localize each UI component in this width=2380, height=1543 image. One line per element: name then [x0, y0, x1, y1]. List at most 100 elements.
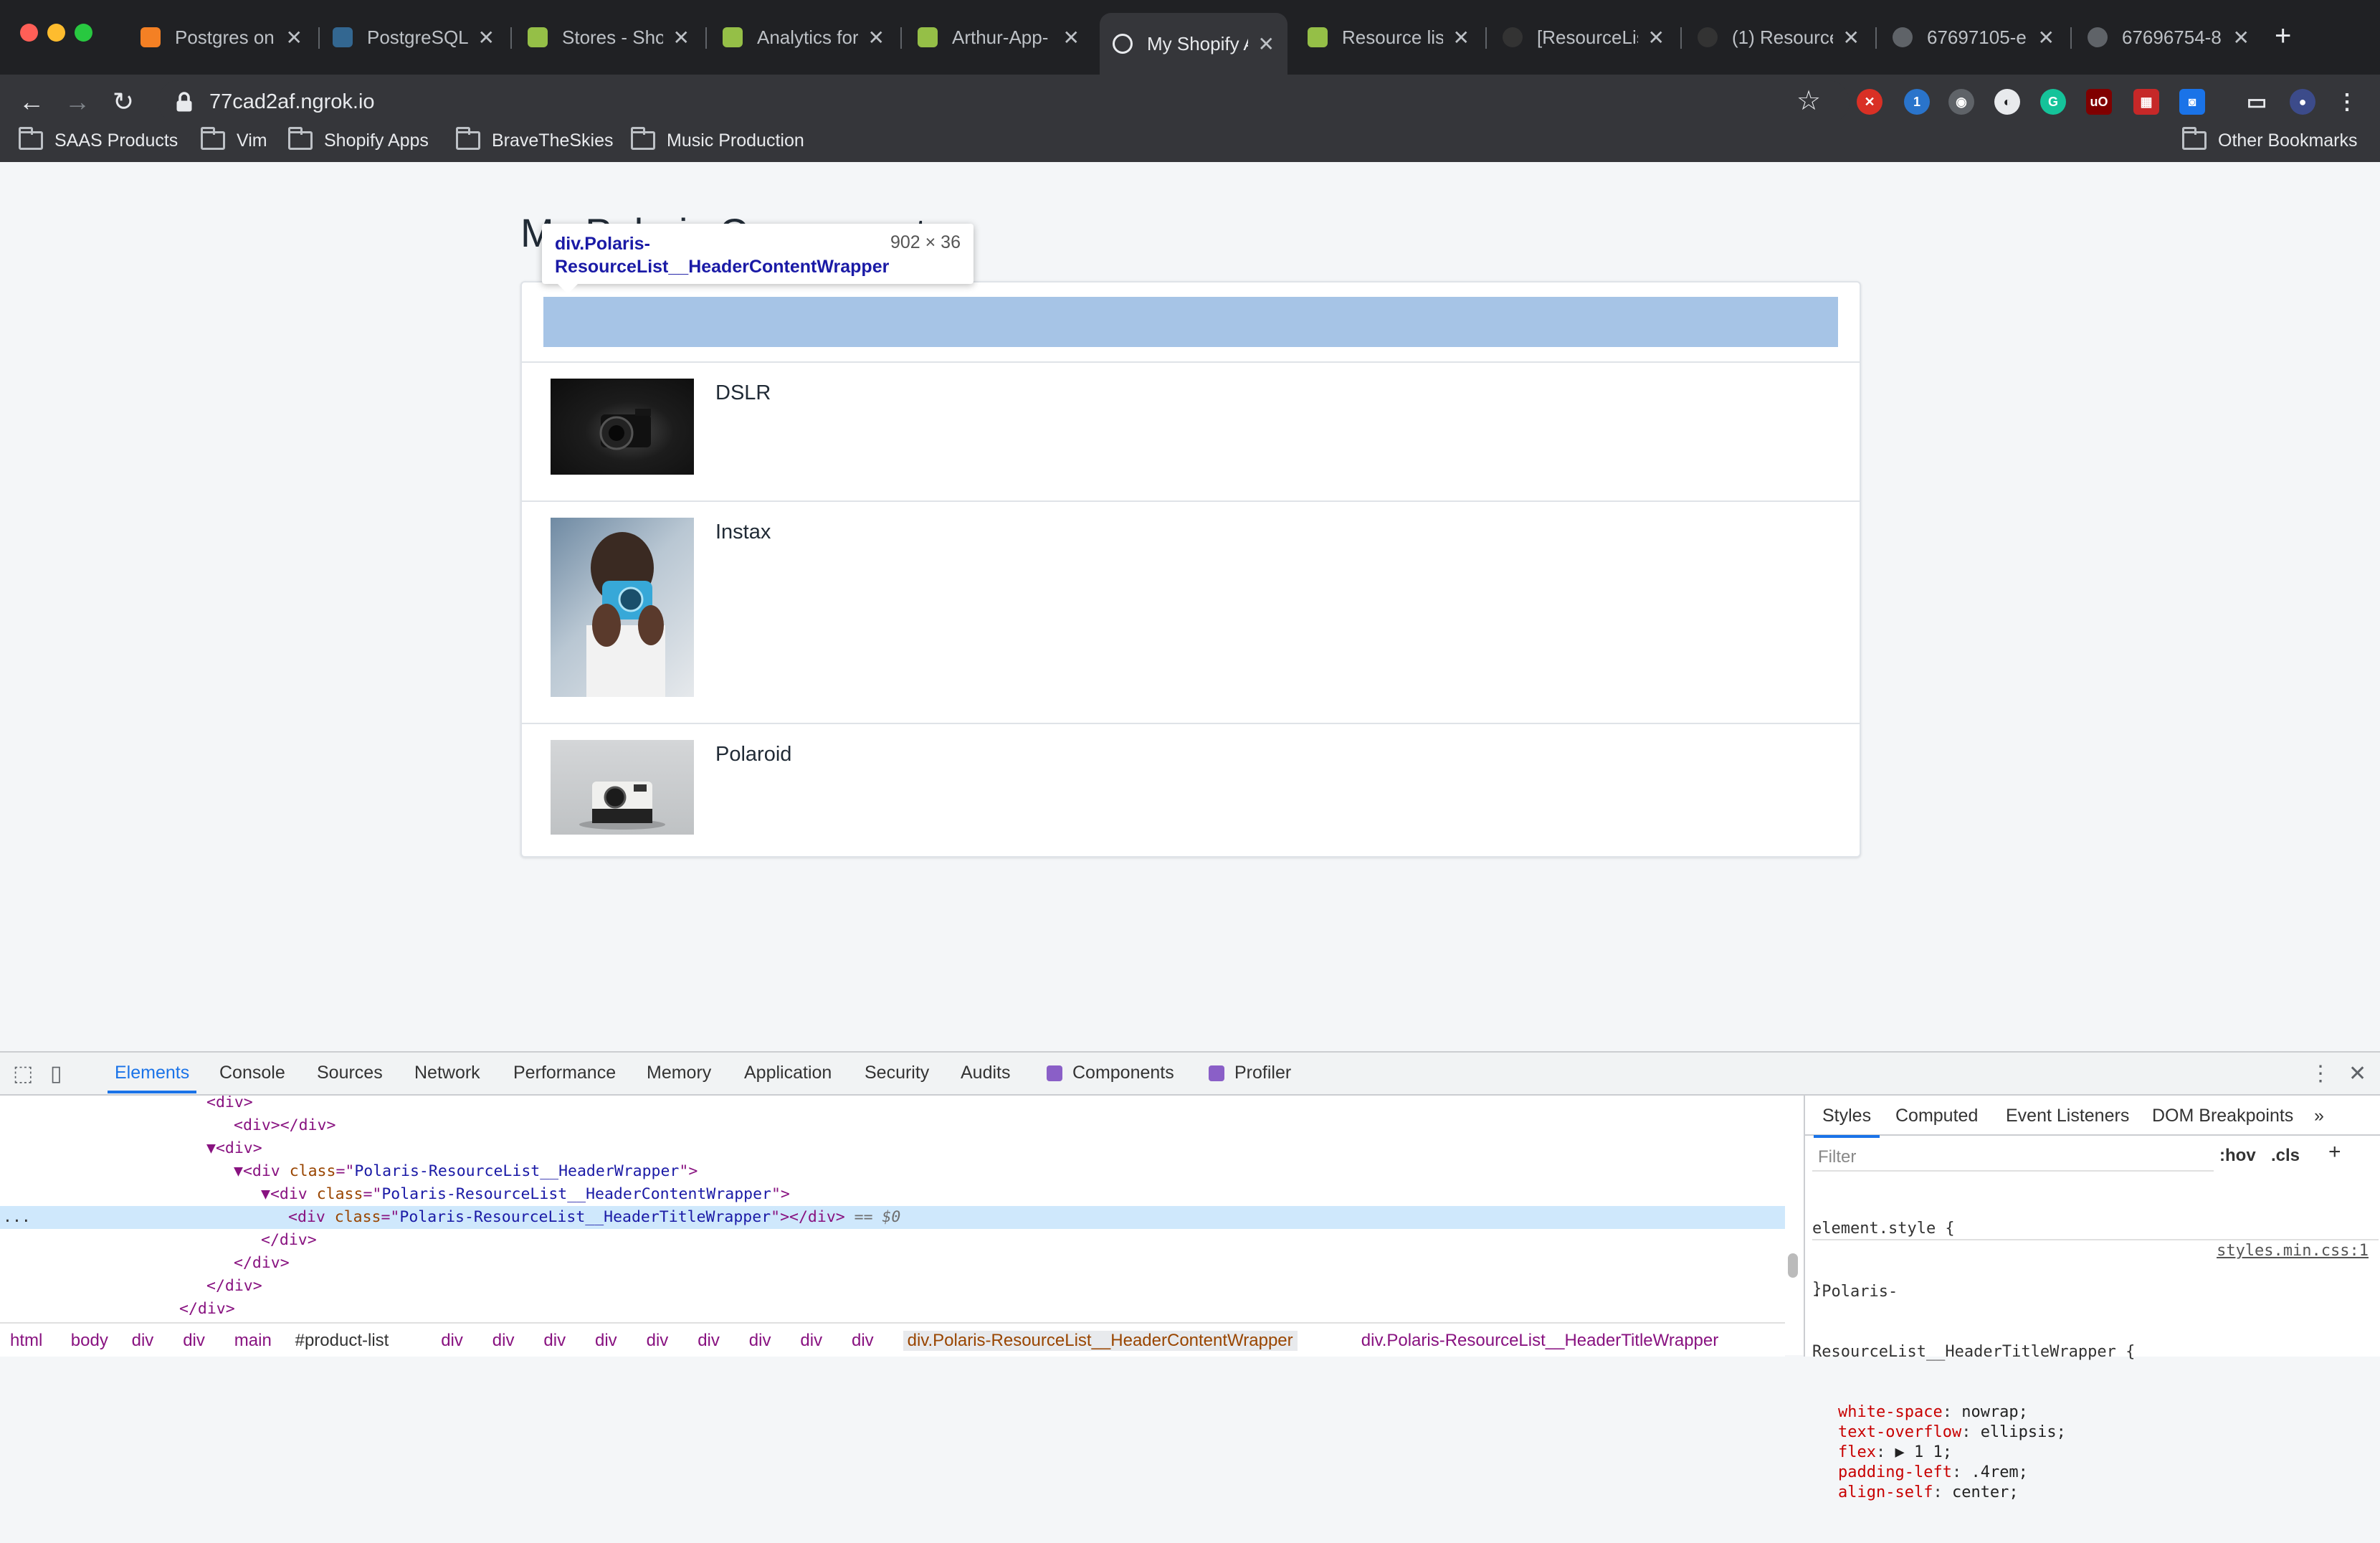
- tab-close-icon[interactable]: ✕: [2233, 26, 2250, 49]
- devtools-tab-application[interactable]: Application: [744, 1063, 832, 1083]
- css-declaration[interactable]: flex: ▶ 1 1;: [1812, 1443, 2379, 1463]
- devtools-tab-memory[interactable]: Memory: [647, 1063, 711, 1083]
- devtools-tab-network[interactable]: Network: [414, 1063, 480, 1083]
- breadcrumb-item[interactable]: div: [647, 1331, 669, 1351]
- breadcrumb-item[interactable]: div.Polaris-ResourceList__HeaderTitleWra…: [1361, 1331, 1718, 1351]
- devtools-tab-console[interactable]: Console: [219, 1063, 285, 1083]
- tab-close-icon[interactable]: ✕: [2038, 26, 2055, 49]
- bookmark-folder-vim[interactable]: Vim: [201, 123, 267, 158]
- address-bar[interactable]: 77cad2af.ngrok.io: [158, 80, 1850, 123]
- list-item[interactable]: DSLR: [522, 363, 1860, 502]
- dom-node[interactable]: ▼<div class="Polaris-ResourceList__Heade…: [0, 1160, 1785, 1183]
- tab-close-icon[interactable]: ✕: [673, 26, 690, 49]
- breadcrumb-item[interactable]: body: [71, 1331, 108, 1351]
- dom-node-selected[interactable]: ... <div class="Polaris-ResourceList__Hea…: [0, 1206, 1785, 1229]
- extension-screenshot-icon[interactable]: ◙: [2179, 89, 2205, 115]
- devtools-tab-elements[interactable]: Elements: [107, 1063, 197, 1093]
- extension-ghostery-icon[interactable]: ◉: [1948, 89, 1974, 115]
- tab-dom-breakpoints[interactable]: DOM Breakpoints: [2152, 1106, 2293, 1126]
- styles-filter-input[interactable]: Filter: [1812, 1143, 2214, 1172]
- tab-close-icon[interactable]: ✕: [1453, 26, 1470, 49]
- close-window-button[interactable]: [20, 24, 38, 42]
- extension-puzzle-icon[interactable]: ▦: [2133, 89, 2159, 115]
- css-declaration[interactable]: white-space: nowrap;: [1812, 1402, 2379, 1423]
- breadcrumb-item[interactable]: div: [492, 1331, 515, 1351]
- browser-tab[interactable]: My Shopify A ✕: [1100, 13, 1287, 75]
- css-declaration[interactable]: padding-left: .4rem;: [1812, 1463, 2379, 1483]
- browser-tab[interactable]: 67697105-e ✕: [1880, 14, 2067, 60]
- device-toolbar-icon[interactable]: ▯: [50, 1061, 62, 1086]
- extension-red-x-icon[interactable]: ✕: [1857, 89, 1882, 115]
- dom-scrollbar[interactable]: [1788, 1253, 1798, 1278]
- browser-tab[interactable]: 67696754-8 ✕: [2075, 14, 2262, 60]
- tab-computed[interactable]: Computed: [1895, 1106, 1978, 1126]
- breadcrumb-item[interactable]: div: [543, 1331, 566, 1351]
- hov-toggle[interactable]: :hov: [2219, 1146, 2256, 1166]
- dom-node[interactable]: <div>: [0, 1096, 1785, 1114]
- profile-avatar[interactable]: ●: [2290, 89, 2315, 115]
- back-button[interactable]: ←: [14, 85, 49, 119]
- breadcrumb-item[interactable]: html: [10, 1331, 42, 1351]
- devtools-close-icon[interactable]: ✕: [2348, 1061, 2366, 1086]
- list-item[interactable]: Instax: [522, 502, 1860, 724]
- browser-tab[interactable]: [ResourceLis ✕: [1490, 14, 1677, 60]
- devtools-tab-audits[interactable]: Audits: [961, 1063, 1010, 1083]
- cast-icon[interactable]: ▭: [2244, 89, 2270, 115]
- dom-node[interactable]: ▼<div>: [0, 1137, 1785, 1160]
- maximize-window-button[interactable]: [75, 24, 92, 42]
- dom-node[interactable]: <div></div>: [0, 1114, 1785, 1137]
- browser-tab[interactable]: Resource list ✕: [1295, 14, 1482, 60]
- breadcrumb-item[interactable]: div: [698, 1331, 720, 1351]
- css-declaration[interactable]: align-self: center;: [1812, 1483, 2379, 1503]
- browser-tab[interactable]: Analytics for ✕: [710, 14, 898, 60]
- breadcrumb-item[interactable]: div.Polaris-ResourceList__HeaderContentW…: [903, 1331, 1298, 1351]
- breadcrumb-item[interactable]: div: [132, 1331, 154, 1351]
- breadcrumb-item[interactable]: div: [595, 1331, 617, 1351]
- tab-close-icon[interactable]: ✕: [1063, 26, 1080, 49]
- bookmark-folder-saas-products[interactable]: SAAS Products: [19, 123, 178, 158]
- devtools-tab-components[interactable]: Components: [1047, 1063, 1174, 1083]
- css-declaration[interactable]: text-overflow: ellipsis;: [1812, 1423, 2379, 1443]
- dom-node[interactable]: ▼<div class="Polaris-ResourceList__Heade…: [0, 1183, 1785, 1206]
- bookmark-folder-music-production[interactable]: Music Production: [631, 123, 804, 158]
- devtools-menu-icon[interactable]: ⋮: [2310, 1061, 2331, 1086]
- minimize-window-button[interactable]: [47, 24, 65, 42]
- dom-node[interactable]: </div>: [0, 1229, 1785, 1252]
- bookmark-star-icon[interactable]: ☆: [1796, 85, 1821, 117]
- cls-toggle[interactable]: .cls: [2271, 1146, 2300, 1166]
- browser-tab[interactable]: Postgres on ✕: [128, 14, 315, 60]
- expand-arrow-icon[interactable]: ▼: [261, 1185, 270, 1203]
- extension-grammarly-icon[interactable]: G: [2040, 89, 2066, 115]
- dom-node[interactable]: </div>: [0, 1298, 1785, 1321]
- other-bookmarks-folder[interactable]: Other Bookmarks: [2182, 123, 2358, 158]
- rule-source-link[interactable]: styles.min.css:1: [2217, 1242, 2369, 1260]
- breadcrumb-item[interactable]: main: [234, 1331, 272, 1351]
- tab-close-icon[interactable]: ✕: [1648, 26, 1665, 49]
- inspect-element-icon[interactable]: ⬚: [13, 1061, 33, 1086]
- bookmark-folder-shopify-apps[interactable]: Shopify Apps: [288, 123, 429, 158]
- browser-tab[interactable]: (1) Resource ✕: [1685, 14, 1872, 60]
- list-item[interactable]: Polaroid: [522, 724, 1860, 858]
- breadcrumb-item[interactable]: div: [800, 1331, 822, 1351]
- extension-circle-icon[interactable]: ◐: [1994, 89, 2020, 115]
- elements-dom-tree[interactable]: <div> <div></div> ▼<div> ▼<div class="Polar…: [0, 1096, 1785, 1325]
- breadcrumb-item[interactable]: div: [441, 1331, 463, 1351]
- tab-close-icon[interactable]: ✕: [1258, 32, 1275, 56]
- devtools-tab-profiler[interactable]: Profiler: [1209, 1063, 1291, 1083]
- tab-close-icon[interactable]: ✕: [868, 26, 885, 49]
- tab-close-icon[interactable]: ✕: [286, 26, 303, 49]
- browser-tab[interactable]: Stores - Sho ✕: [515, 14, 703, 60]
- extension-ublock-icon[interactable]: uO: [2086, 89, 2112, 115]
- dom-node[interactable]: </div>: [0, 1252, 1785, 1275]
- tab-event-listeners[interactable]: Event Listeners: [2006, 1106, 2129, 1126]
- breadcrumb-item[interactable]: div: [852, 1331, 874, 1351]
- ellipsis-icon[interactable]: ...: [3, 1206, 31, 1229]
- dom-node[interactable]: </div>: [0, 1275, 1785, 1298]
- devtools-tab-performance[interactable]: Performance: [513, 1063, 616, 1083]
- bookmark-folder-bravetheskies[interactable]: BraveTheSkies: [456, 123, 614, 158]
- new-tab-button[interactable]: +: [2275, 20, 2291, 52]
- devtools-tab-security[interactable]: Security: [865, 1063, 929, 1083]
- expand-arrow-icon[interactable]: ▼: [234, 1162, 243, 1180]
- more-tabs-icon[interactable]: »: [2314, 1106, 2324, 1126]
- chrome-menu-icon[interactable]: ⋮: [2334, 89, 2360, 115]
